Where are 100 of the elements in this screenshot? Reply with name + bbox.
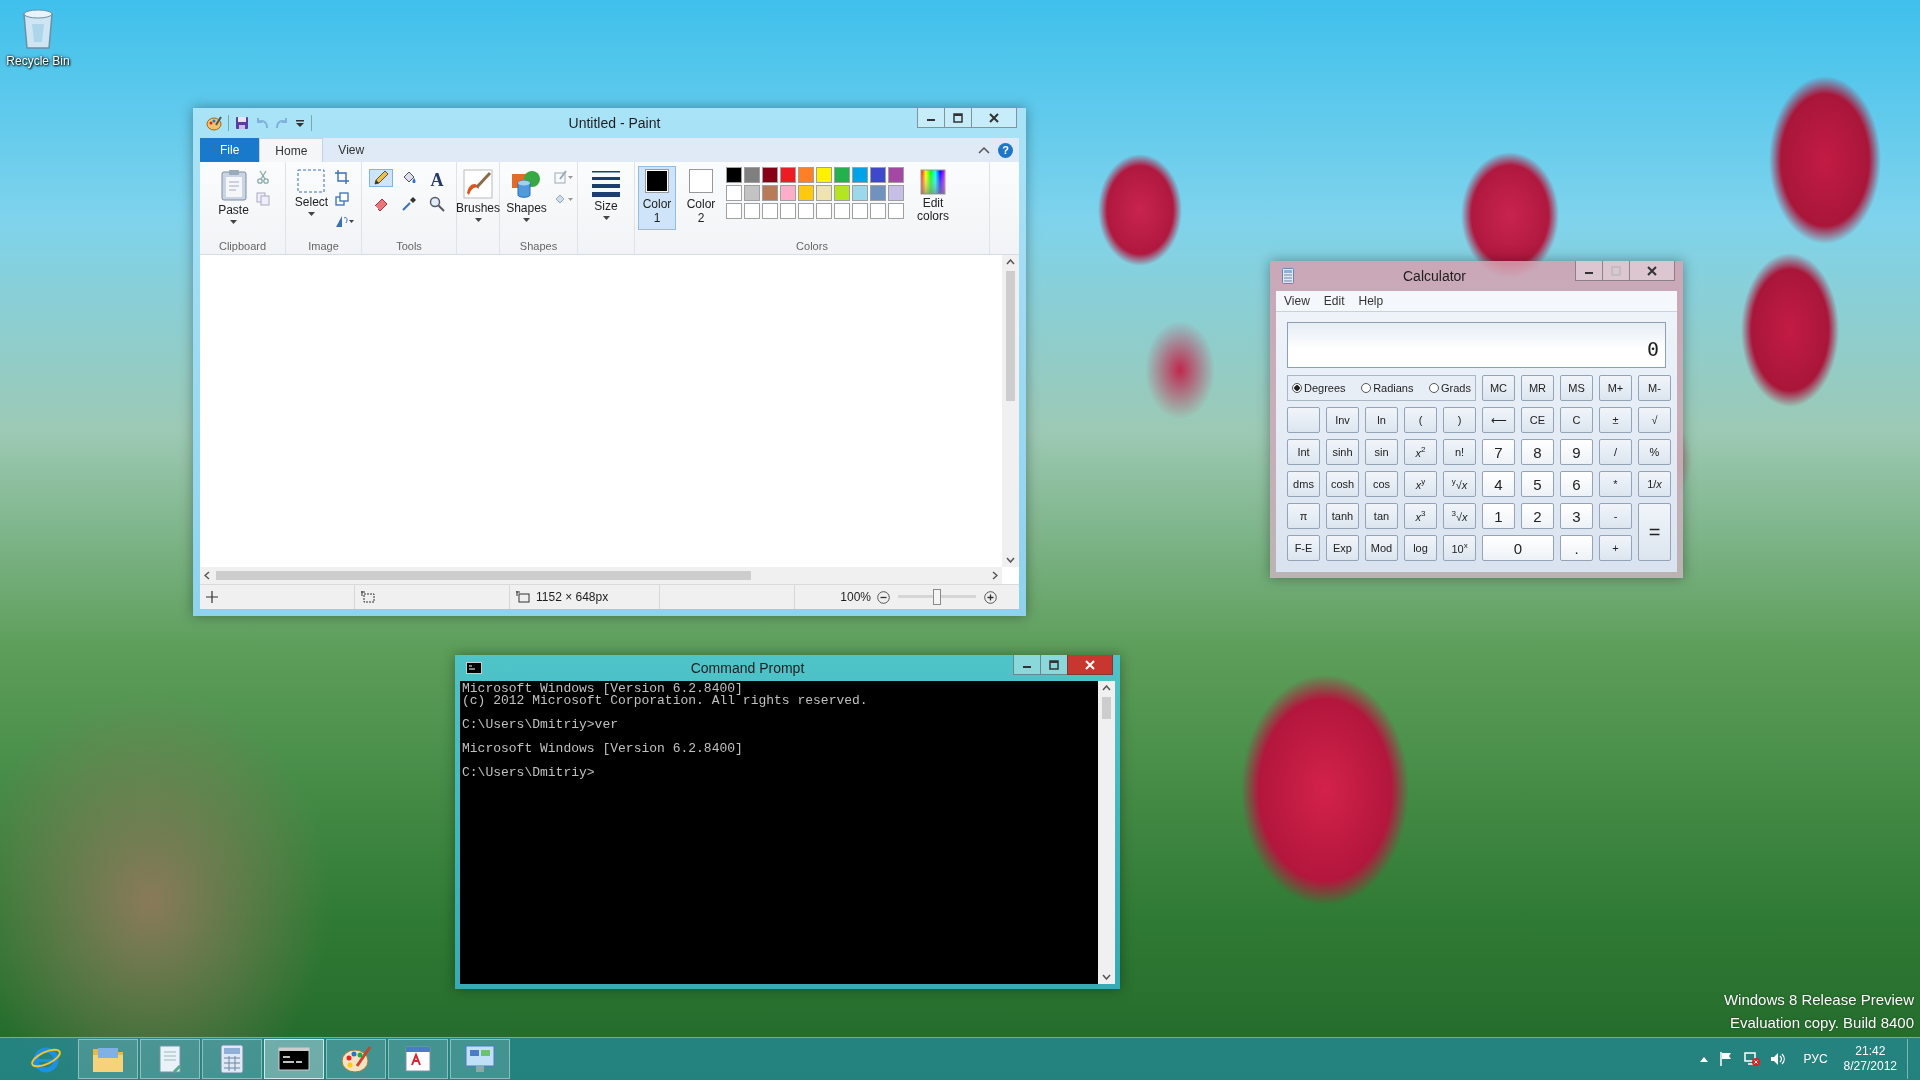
flag-icon[interactable] — [1717, 1051, 1734, 1067]
calculator-key[interactable]: 9 — [1560, 439, 1593, 465]
chevron-up-icon[interactable] — [978, 145, 990, 155]
palette-icon[interactable] — [206, 115, 222, 131]
speaker-icon[interactable] — [1769, 1051, 1786, 1067]
color-swatch[interactable] — [726, 167, 742, 183]
terminal-icon[interactable] — [466, 662, 482, 674]
calculator-key[interactable]: C — [1560, 407, 1593, 433]
calculator-key[interactable]: √ — [1638, 407, 1671, 433]
color-swatch[interactable] — [816, 185, 832, 201]
color-swatch[interactable] — [816, 203, 832, 219]
calculator-key[interactable]: 4 — [1482, 471, 1515, 497]
color-slot-button[interactable]: Color 1 — [638, 166, 676, 230]
rotate-icon[interactable] — [335, 214, 356, 228]
zoom-out-button[interactable] — [877, 590, 890, 604]
calculator-key[interactable]: x$^{y}$ — [1404, 471, 1437, 497]
color-swatch[interactable] — [744, 167, 760, 183]
color-swatch[interactable] — [798, 185, 814, 201]
calculator-key[interactable]: 5 — [1521, 471, 1554, 497]
memory-key[interactable]: MS — [1560, 375, 1593, 401]
scissors-icon[interactable] — [255, 170, 270, 184]
chevron-down-icon[interactable] — [1102, 974, 1111, 980]
color-swatch[interactable] — [816, 167, 832, 183]
color-swatch[interactable] — [870, 203, 886, 219]
color-swatch[interactable] — [762, 185, 778, 201]
color-swatch[interactable] — [762, 167, 778, 183]
calculator-key[interactable]: ( — [1404, 407, 1437, 433]
maximize-button[interactable] — [1040, 655, 1067, 675]
radio-button[interactable] — [1429, 383, 1440, 393]
calculator-key[interactable]: 1/x — [1638, 471, 1671, 497]
calculator-key[interactable]: 6 — [1560, 471, 1593, 497]
color-swatch[interactable] — [852, 203, 868, 219]
calculator-key[interactable]: log — [1404, 535, 1437, 561]
slider-thumb[interactable] — [933, 589, 941, 605]
calculator-key[interactable]: CE — [1521, 407, 1554, 433]
color-swatch[interactable] — [852, 167, 868, 183]
calculator-key[interactable]: sinh — [1326, 439, 1359, 465]
clock[interactable]: 21:42 8/27/2012 — [1843, 1044, 1897, 1074]
color-swatch[interactable] — [888, 185, 904, 201]
calculator-key[interactable]: $^{3}$√x — [1443, 503, 1476, 529]
horizontal-scrollbar[interactable] — [200, 567, 1002, 584]
calculator-key[interactable]: Exp — [1326, 535, 1359, 561]
memory-key[interactable]: MC — [1482, 375, 1515, 401]
crop-icon[interactable] — [335, 170, 350, 184]
calculator-key[interactable]: 1 — [1482, 503, 1515, 529]
color-swatch[interactable] — [780, 167, 796, 183]
calculator-key[interactable]: x$^{3}$ — [1404, 503, 1437, 529]
color-swatch[interactable] — [780, 185, 796, 201]
calculator-key[interactable]: cos — [1365, 471, 1398, 497]
size-button[interactable]: Size — [588, 166, 624, 223]
calculator-key[interactable]: π — [1287, 503, 1320, 529]
network-error-icon[interactable] — [1743, 1051, 1760, 1067]
chevron-up-icon[interactable] — [1006, 259, 1015, 265]
radio-label[interactable]: Degrees — [1304, 382, 1346, 394]
color-swatch[interactable] — [798, 203, 814, 219]
calculator-key[interactable]: cosh — [1326, 471, 1359, 497]
menu-item[interactable]: View — [1284, 294, 1310, 308]
chevron-left-icon[interactable] — [204, 571, 210, 580]
color-swatch[interactable] — [852, 185, 868, 201]
calculator-key[interactable]: sin — [1365, 439, 1398, 465]
calculator-key[interactable]: 8 — [1521, 439, 1554, 465]
calculator-key[interactable]: + — [1599, 535, 1632, 561]
text-tool-button[interactable]: A — [425, 169, 449, 192]
calculator-key[interactable]: tanh — [1326, 503, 1359, 529]
chevron-up-icon[interactable] — [1699, 1056, 1708, 1062]
fill-bucket-icon[interactable] — [553, 192, 574, 206]
color-swatch[interactable] — [834, 203, 850, 219]
color-swatch[interactable] — [888, 167, 904, 183]
copy-icon[interactable] — [255, 192, 270, 206]
chevron-down-icon[interactable] — [1006, 557, 1015, 563]
calculator-key[interactable]: Mod — [1365, 535, 1398, 561]
calculator-key[interactable]: ⟵ — [1482, 407, 1515, 433]
taskbar-button[interactable] — [264, 1039, 324, 1079]
memory-key[interactable]: M- — [1638, 375, 1671, 401]
radio-label[interactable]: Grads — [1441, 382, 1471, 394]
calculator-key[interactable]: * — [1599, 471, 1632, 497]
color-swatch[interactable] — [798, 167, 814, 183]
color-swatch[interactable] — [834, 185, 850, 201]
calculator-key[interactable]: F-E — [1287, 535, 1320, 561]
zoom-in-button[interactable] — [984, 590, 997, 604]
paste-button[interactable]: Paste — [215, 166, 252, 227]
chevron-up-icon[interactable] — [1102, 685, 1111, 691]
color-swatch[interactable] — [870, 185, 886, 201]
calculator-key[interactable]: ± — [1599, 407, 1632, 433]
scroll-thumb[interactable] — [1006, 271, 1015, 401]
calculator-key[interactable]: % — [1638, 439, 1671, 465]
edit-colors-button[interactable]: Edit colors — [910, 166, 956, 226]
calculator-key[interactable]: Inv — [1326, 407, 1359, 433]
menu-item[interactable]: Help — [1358, 294, 1384, 308]
help-button[interactable]: ? — [998, 142, 1013, 158]
calculator-key[interactable]: n! — [1443, 439, 1476, 465]
memory-key[interactable]: M+ — [1599, 375, 1632, 401]
radio-button[interactable] — [1292, 383, 1302, 393]
calculator-key[interactable]: dms — [1287, 471, 1320, 497]
calculator-icon[interactable] — [1282, 268, 1294, 284]
minimize-button[interactable] — [917, 108, 944, 128]
color-swatch[interactable] — [780, 203, 796, 219]
blank-key[interactable] — [1287, 407, 1320, 433]
calculator-key[interactable]: . — [1560, 535, 1593, 561]
input-language-indicator[interactable]: РУС — [1803, 1052, 1828, 1066]
